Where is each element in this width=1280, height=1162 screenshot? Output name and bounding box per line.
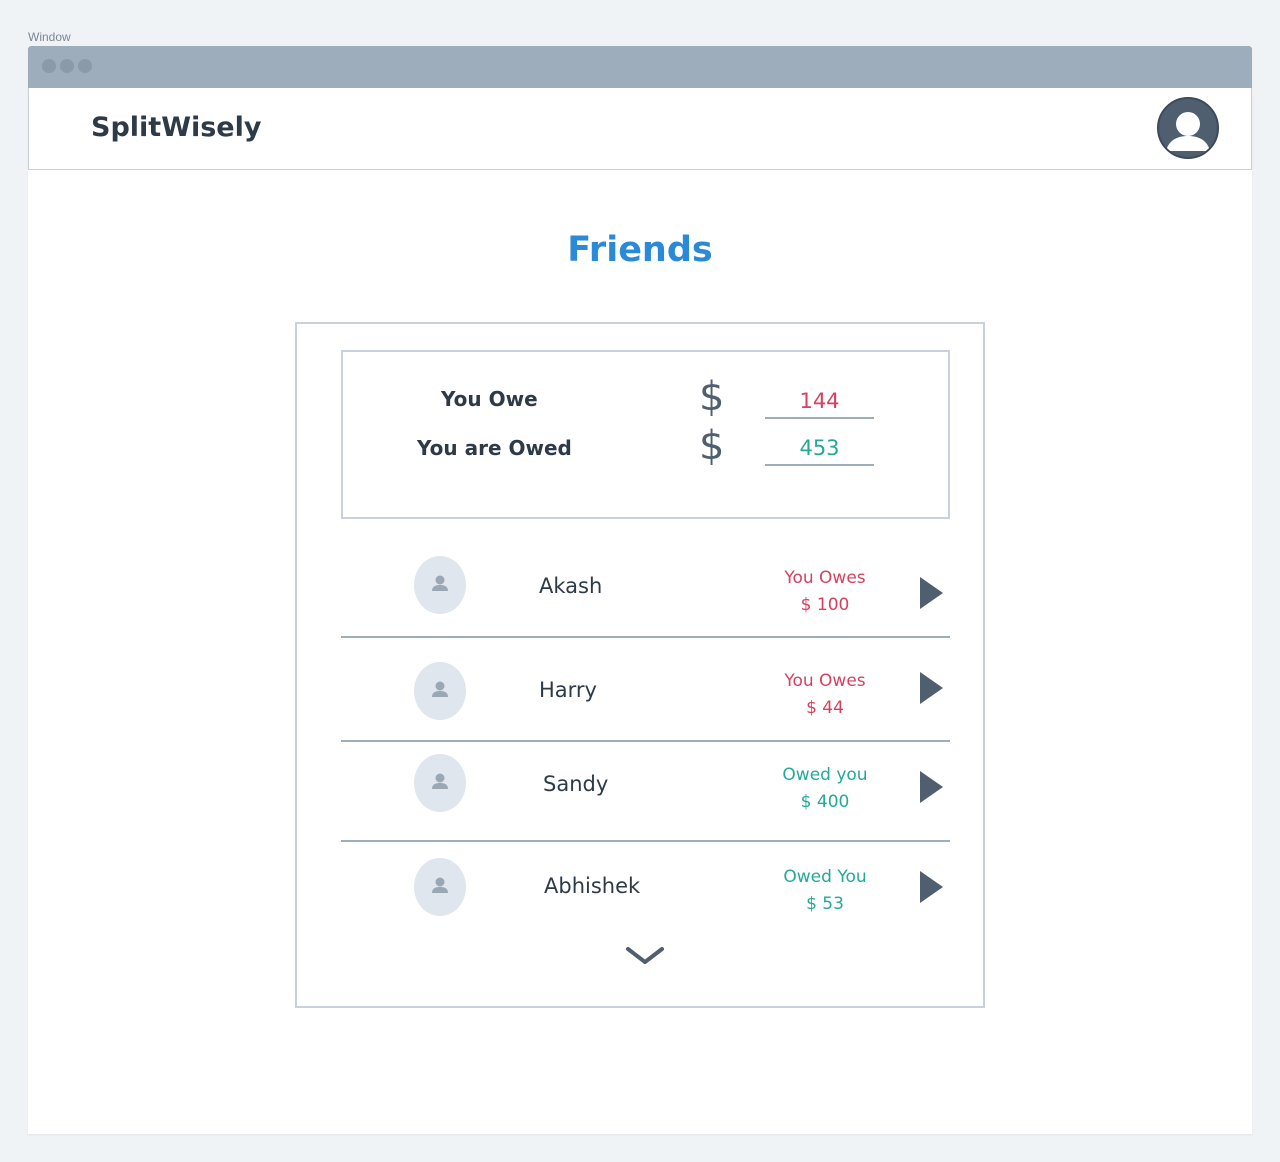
friend-name[interactable]: Abhishek	[544, 874, 640, 898]
friend-balance: You Owes $ 100	[761, 565, 889, 619]
friends-card: You Owe You are Owed $ $ 144 453 Akash Y…	[295, 322, 985, 1008]
friend-row[interactable]: Abhishek Owed You $ 53	[341, 844, 950, 934]
person-icon	[414, 754, 466, 812]
friend-balance: Owed You $ 53	[761, 864, 889, 918]
play-arrow-icon[interactable]	[919, 871, 943, 903]
friend-status-text: You Owes	[784, 671, 866, 691]
chevron-down-icon[interactable]	[625, 944, 665, 968]
you-owe-value: 144	[765, 385, 874, 419]
app-header: SplitWisely	[28, 88, 1252, 170]
user-avatar-icon[interactable]	[1157, 97, 1219, 159]
friend-row[interactable]: Sandy Owed you $ 400	[341, 744, 950, 842]
you-are-owed-label: You are Owed	[417, 436, 572, 460]
friend-amount: $ 400	[800, 792, 850, 812]
page-title: Friends	[567, 230, 713, 270]
window-label: Window	[28, 30, 71, 44]
friend-balance: Owed you $ 400	[761, 762, 889, 816]
window-close-dot[interactable]	[42, 59, 56, 73]
window-minimize-dot[interactable]	[60, 59, 74, 73]
app-window: SplitWisely Friends You Owe You are Owed…	[28, 46, 1252, 1134]
you-are-owed-value: 453	[765, 432, 874, 466]
friend-row[interactable]: Harry You Owes $ 44	[341, 640, 950, 742]
dollar-icon: $	[699, 374, 725, 420]
window-titlebar[interactable]	[28, 46, 1252, 88]
friend-amount: $ 44	[806, 698, 844, 718]
dollar-icon: $	[699, 423, 725, 469]
friend-name[interactable]: Akash	[539, 574, 602, 598]
play-arrow-icon[interactable]	[919, 672, 943, 704]
friend-name[interactable]: Sandy	[543, 772, 608, 796]
app-brand[interactable]: SplitWisely	[91, 112, 261, 143]
friend-status-text: Owed You	[783, 867, 867, 887]
friend-status-text: Owed you	[782, 765, 868, 785]
person-icon	[414, 556, 466, 614]
friend-name[interactable]: Harry	[539, 678, 597, 702]
you-owe-label: You Owe	[441, 387, 538, 411]
play-arrow-icon[interactable]	[919, 771, 943, 803]
play-arrow-icon[interactable]	[919, 577, 943, 609]
friend-balance: You Owes $ 44	[761, 668, 889, 722]
person-icon	[414, 858, 466, 916]
friend-row[interactable]: Akash You Owes $ 100	[341, 550, 950, 638]
friend-amount: $ 100	[800, 595, 850, 615]
friend-amount: $ 53	[806, 894, 844, 914]
balance-summary: You Owe You are Owed $ $ 144 453	[341, 350, 950, 519]
person-icon	[414, 662, 466, 720]
window-maximize-dot[interactable]	[78, 59, 92, 73]
friend-status-text: You Owes	[784, 568, 866, 588]
